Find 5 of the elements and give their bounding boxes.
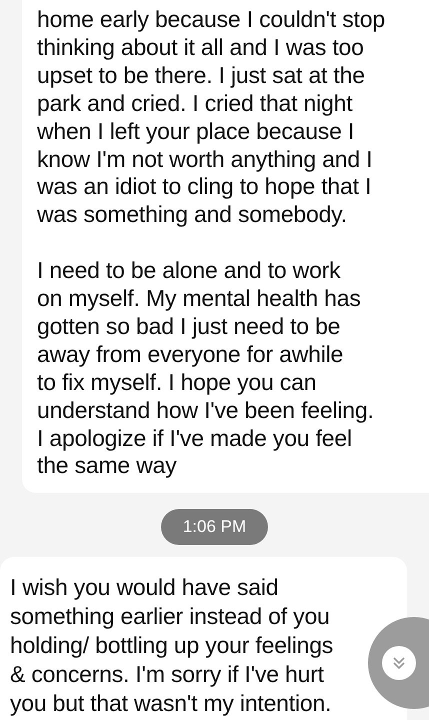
- timestamp-pill: 1:06 PM: [160, 509, 268, 546]
- message-text: I wish you would have said something earlier instead of you holding/ bottling up your feelings & concerns. I'm sorry if I've hurt you but that wasn't my intention.: [10, 573, 334, 718]
- message-text: home early because I couldn't stop thinking about it all and I was too upset to be there. I just sat at the park and cried. I cried that night when I left your place because I know I'm not worth anything and I was an idiot to cling to hope that I was something and somebody.: [37, 6, 385, 230]
- message-text: I need to be alone and to work on myself. My mental health has gotten so bad I just need to be away from everyone for awhile to fix myself. I hope you can understand how I've been feeling. I apologize if I've made you feel the same way: [37, 257, 374, 480]
- double-chevron-icon: [382, 646, 416, 680]
